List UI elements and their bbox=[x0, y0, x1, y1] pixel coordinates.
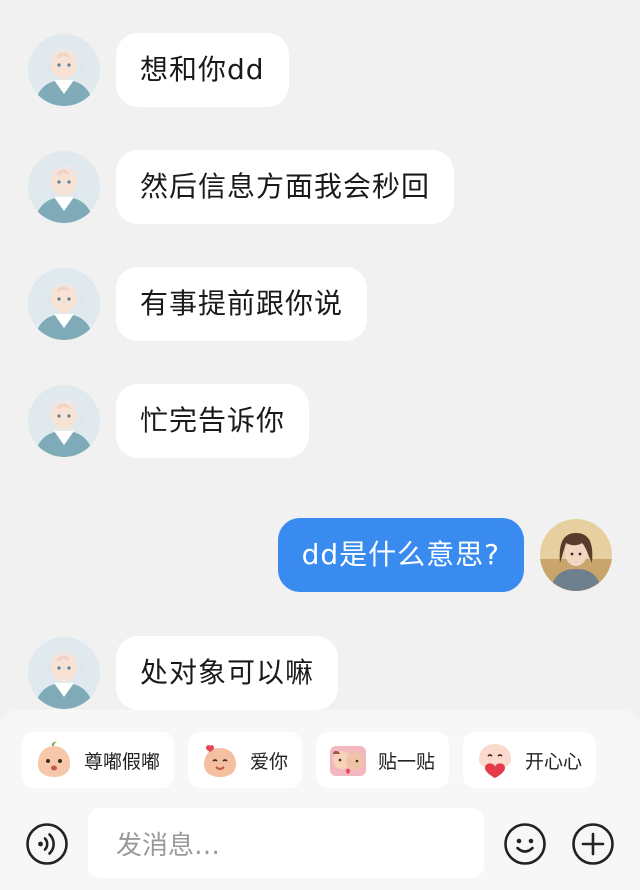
avatar[interactable] bbox=[28, 268, 100, 340]
avatar[interactable] bbox=[28, 385, 100, 457]
sticker-label: 开心心 bbox=[525, 750, 583, 773]
message-bubble-outgoing[interactable]: dd是什么意思? bbox=[277, 518, 524, 592]
input-placeholder: 发消息… bbox=[116, 830, 221, 861]
message-row: 有事提前跟你说 bbox=[28, 267, 368, 341]
voice-icon[interactable] bbox=[25, 822, 69, 866]
sticker-label: 尊嘟假嘟 bbox=[84, 750, 161, 773]
sticker-chip[interactable]: 爱你 bbox=[188, 732, 303, 788]
message-row: 忙完告诉你 bbox=[28, 384, 310, 458]
avatar[interactable] bbox=[28, 637, 100, 709]
avatar[interactable] bbox=[540, 519, 612, 591]
message-input[interactable]: 发消息… bbox=[88, 808, 484, 878]
sticker-suggestions: 尊嘟假嘟 爱你 贴一贴 开心心 bbox=[22, 732, 597, 788]
avatar[interactable] bbox=[28, 151, 100, 223]
sticker-chip[interactable]: 尊嘟假嘟 bbox=[22, 732, 175, 788]
message-bubble-incoming[interactable]: 有事提前跟你说 bbox=[116, 267, 368, 341]
message-list[interactable]: 想和你dd 然后信息方面我会秒回 有事提前跟你说 忙完告诉你 dd是什么意思? … bbox=[0, 0, 640, 712]
message-row: 想和你dd bbox=[28, 33, 289, 107]
peach-face-icon bbox=[38, 741, 70, 777]
message-bubble-incoming[interactable]: 忙完告诉你 bbox=[116, 384, 310, 458]
avatar[interactable] bbox=[28, 34, 100, 106]
hug-icon bbox=[330, 746, 367, 776]
input-bar: 发消息… bbox=[0, 808, 640, 880]
composer-panel: 尊嘟假嘟 爱你 贴一贴 开心心 发消息… bbox=[0, 710, 640, 890]
sticker-chip[interactable]: 贴一贴 bbox=[316, 732, 450, 788]
message-row: 然后信息方面我会秒回 bbox=[28, 150, 455, 224]
message-row: dd是什么意思? bbox=[277, 518, 612, 592]
sticker-label: 爱你 bbox=[250, 750, 289, 773]
message-row: 处对象可以嘛 bbox=[28, 636, 339, 710]
emoji-icon[interactable] bbox=[503, 822, 547, 866]
plus-icon[interactable] bbox=[571, 822, 615, 866]
happy-heart-icon bbox=[479, 744, 512, 778]
message-bubble-incoming[interactable]: 然后信息方面我会秒回 bbox=[116, 150, 455, 224]
sticker-chip[interactable]: 开心心 bbox=[463, 732, 597, 788]
message-bubble-incoming[interactable]: 处对象可以嘛 bbox=[116, 636, 339, 710]
sticker-label: 贴一贴 bbox=[378, 750, 436, 773]
message-bubble-incoming[interactable]: 想和你dd bbox=[116, 33, 289, 107]
peach-love-icon bbox=[204, 744, 237, 777]
